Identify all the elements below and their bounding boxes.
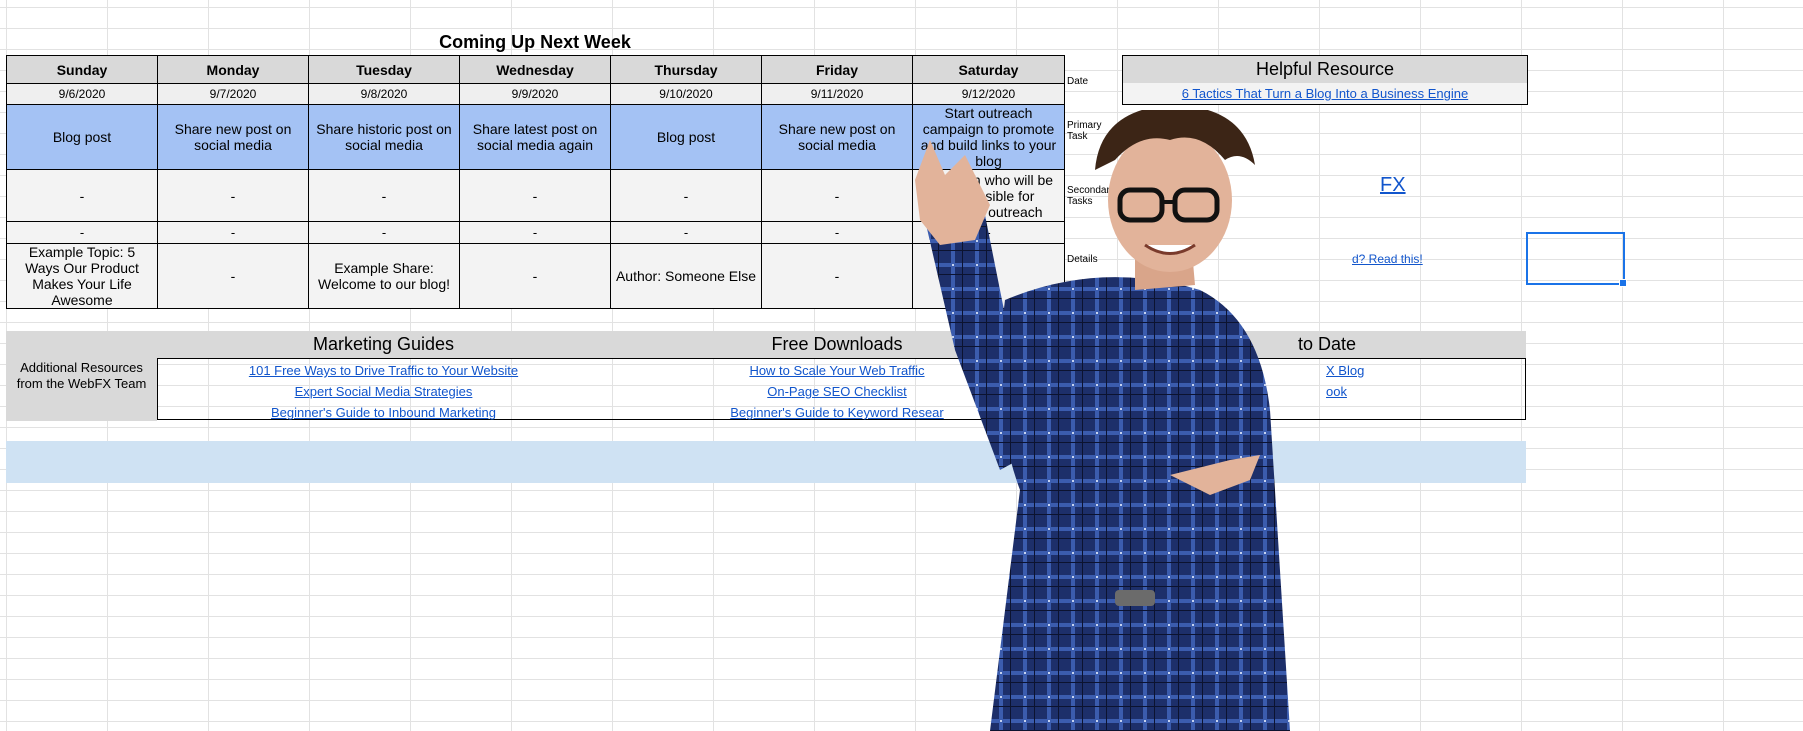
selected-cell[interactable] xyxy=(1526,232,1627,287)
day-header-thursday[interactable]: Thursday xyxy=(610,55,762,84)
helpful-resource-header: Helpful Resource xyxy=(1123,56,1527,83)
details-cell[interactable]: - xyxy=(157,243,309,309)
person-pointing-image xyxy=(915,110,1290,731)
guide-link[interactable]: Expert Social Media Strategies xyxy=(295,384,473,399)
fill-handle[interactable] xyxy=(1619,279,1627,287)
sheet-title: Coming Up Next Week xyxy=(439,32,631,52)
primary-task-cell[interactable]: Share new post on social media xyxy=(157,104,309,170)
date-cell[interactable]: 9/9/2020 xyxy=(459,83,611,105)
secondary-task-cell[interactable]: - xyxy=(157,221,309,244)
marketing-guides-header: Marketing Guides xyxy=(157,331,610,358)
details-cell[interactable]: Example Share: Welcome to our blog! xyxy=(308,243,460,309)
secondary-task-cell[interactable]: - xyxy=(459,169,611,222)
day-header-saturday[interactable]: Saturday xyxy=(912,55,1065,84)
secondary-task-cell[interactable]: - xyxy=(610,221,762,244)
primary-task-cell[interactable]: Share latest post on social media again xyxy=(459,104,611,170)
details-cell[interactable]: - xyxy=(459,243,611,309)
helpful-resource-link[interactable]: 6 Tactics That Turn a Blog Into a Busine… xyxy=(1182,86,1468,101)
secondary-task-cell[interactable]: - xyxy=(308,221,460,244)
date-cell[interactable]: 9/7/2020 xyxy=(157,83,309,105)
marketing-guides-links: 101 Free Ways to Drive Traffic to Your W… xyxy=(157,360,610,423)
secondary-task-cell[interactable]: - xyxy=(6,169,158,222)
day-header-sunday[interactable]: Sunday xyxy=(6,55,158,84)
additional-resources-label: Additional Resources from the WebFX Team xyxy=(6,331,157,421)
guide-link[interactable]: 101 Free Ways to Drive Traffic to Your W… xyxy=(249,363,518,378)
secondary-task-cell[interactable]: - xyxy=(308,169,460,222)
day-header-monday[interactable]: Monday xyxy=(157,55,309,84)
secondary-task-cell[interactable]: - xyxy=(157,169,309,222)
row-label-date: Date xyxy=(1067,76,1089,87)
primary-task-cell[interactable]: Share historic post on social media xyxy=(308,104,460,170)
day-header-wednesday[interactable]: Wednesday xyxy=(459,55,611,84)
details-cell[interactable]: Author: Someone Else xyxy=(610,243,762,309)
day-header-tuesday[interactable]: Tuesday xyxy=(308,55,460,84)
date-cell[interactable]: 9/10/2020 xyxy=(610,83,762,105)
primary-task-cell[interactable]: Blog post xyxy=(610,104,762,170)
date-cell[interactable]: 9/8/2020 xyxy=(308,83,460,105)
helpful-resource-box: Helpful Resource 6 Tactics That Turn a B… xyxy=(1122,55,1528,105)
primary-task-cell[interactable]: Blog post xyxy=(6,104,158,170)
secondary-task-cell[interactable]: - xyxy=(6,221,158,244)
date-cell[interactable]: 9/11/2020 xyxy=(761,83,913,105)
guide-link[interactable]: Beginner's Guide to Inbound Marketing xyxy=(271,405,496,420)
secondary-task-cell[interactable]: - xyxy=(610,169,762,222)
date-cell[interactable]: 9/6/2020 xyxy=(6,83,158,105)
details-cell[interactable]: Example Topic: 5 Ways Our Product Makes … xyxy=(6,243,158,309)
date-cell[interactable]: 9/12/2020 xyxy=(912,83,1065,105)
day-header-friday[interactable]: Friday xyxy=(761,55,913,84)
secondary-task-cell[interactable]: - xyxy=(459,221,611,244)
